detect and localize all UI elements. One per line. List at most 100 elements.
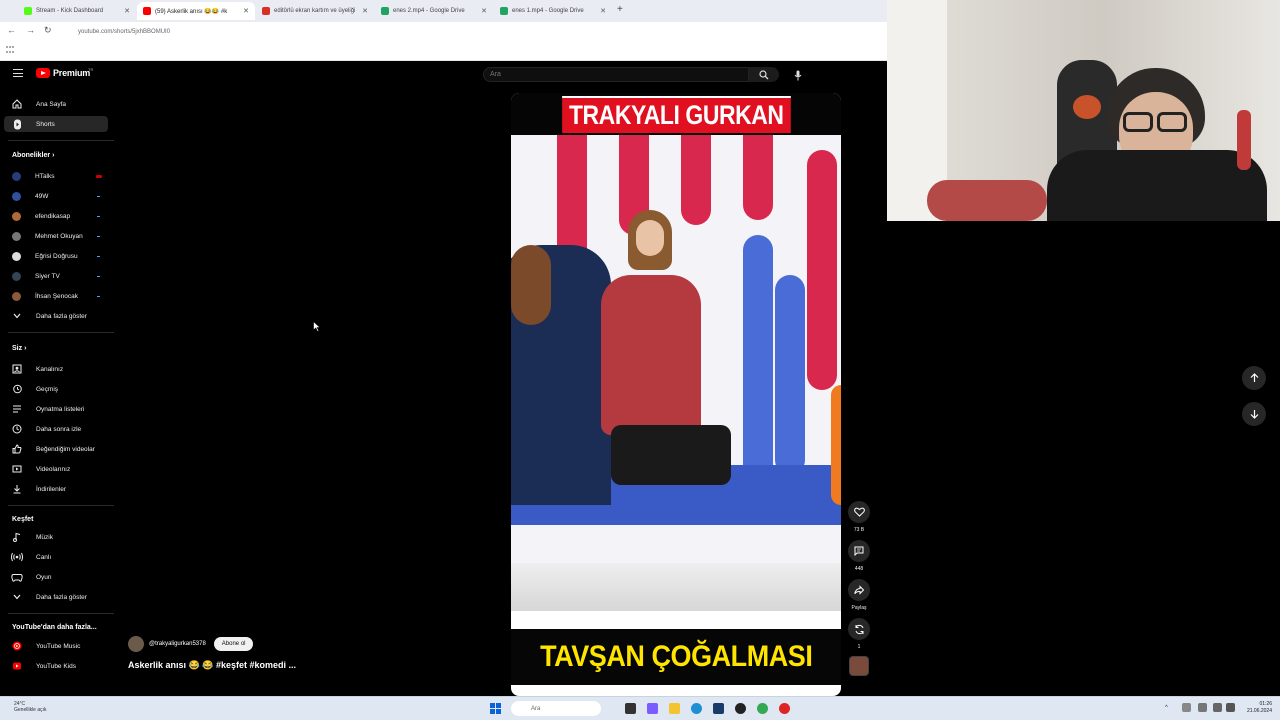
share-button[interactable] — [848, 579, 870, 601]
sidebar-sub-siyer-tv[interactable]: Siyer TV — [4, 268, 108, 284]
you-heading[interactable]: Siz › — [12, 345, 26, 352]
store-icon[interactable] — [713, 703, 724, 714]
sidebar-item-youtube-kids[interactable]: YouTube Kids — [4, 658, 108, 674]
subscriptions-heading[interactable]: Abonelikler › — [12, 152, 54, 159]
weather-widget[interactable]: 24°C Genellikle açık — [14, 701, 47, 713]
windows-taskbar: 24°C Genellikle açık Ara ^ 01:26 21.06.2… — [0, 696, 1280, 720]
apps-grid-icon[interactable] — [6, 46, 14, 54]
sidebar-subs-show-more[interactable]: Daha fazla göster — [4, 308, 108, 324]
taskbar-search-input[interactable]: Ara — [511, 701, 601, 716]
avatar — [12, 271, 21, 281]
display-tray-icon[interactable] — [1213, 703, 1222, 712]
channel-name[interactable]: @trakyaligurkan5378 — [149, 641, 206, 647]
remix-button[interactable] — [848, 618, 870, 640]
browser-tab-youtube[interactable]: (59) Askerlik anısı 😂😂 #k ✕ — [137, 2, 255, 20]
sidebar-item-playlists[interactable]: Oynatma listeleri — [4, 401, 108, 417]
file-explorer-icon[interactable] — [669, 703, 680, 714]
browser-tab-drive-1[interactable]: enes 1.mp4 - Google Drive ✕ — [494, 2, 612, 20]
taskbar-clock[interactable]: 01:26 21.06.2024 — [1240, 701, 1272, 715]
close-icon[interactable]: ✕ — [243, 7, 249, 15]
avatar — [12, 231, 21, 241]
sidebar-item-shorts[interactable]: Shorts — [4, 116, 108, 132]
comments-button[interactable] — [848, 540, 870, 562]
sidebar-sub-efendikasap[interactable]: efendikasap — [4, 208, 108, 224]
sidebar-item-label: Geçmiş — [36, 385, 59, 393]
tab-label: editörlü ekran kartım ve üyeliği — [274, 8, 356, 14]
short-channel-row: @trakyaligurkan5378 Abone ol — [128, 636, 254, 652]
sidebar-explore-show-more[interactable]: Daha fazla göster — [4, 589, 108, 605]
sidebar-item-label: Daha fazla göster — [36, 312, 87, 320]
sidebar-item-live[interactable]: Canlı — [4, 549, 108, 565]
chevron-up-icon[interactable]: ^ — [1165, 705, 1172, 712]
sidebar-item-youtube-music[interactable]: YouTube Music — [4, 638, 108, 654]
sidebar-item-downloads[interactable]: İndirilenler — [4, 481, 108, 497]
avatar — [12, 291, 21, 301]
reload-icon[interactable]: ↻ — [44, 25, 52, 36]
sound-thumbnail[interactable] — [849, 656, 869, 676]
short-caption[interactable]: Askerlik anısı 😂 😂 #keşfet #komedi ... — [128, 660, 296, 671]
heart-icon — [853, 507, 865, 517]
like-button[interactable] — [848, 501, 870, 523]
sidebar-sub-ihsan-senocak[interactable]: İhsan Şenocak — [4, 288, 108, 304]
sidebar-item-history[interactable]: Geçmiş — [4, 381, 108, 397]
sidebar-item-label: İndirilenler — [36, 485, 66, 493]
volume-icon[interactable] — [1226, 703, 1235, 712]
copilot-icon[interactable] — [647, 703, 658, 714]
sidebar-item-music[interactable]: Müzik — [4, 529, 108, 545]
sidebar-sub-49w[interactable]: 49W — [4, 188, 108, 204]
browser-tab-drive-2[interactable]: enes 2.mp4 - Google Drive ✕ — [375, 2, 493, 20]
weather-description: Genellikle açık — [14, 707, 47, 713]
windows-start-icon[interactable] — [490, 703, 501, 714]
sidebar-item-your-videos[interactable]: Videolarınız — [4, 461, 108, 477]
sidebar-sub-egrisi-dogrusu[interactable]: Eğrisi Doğrusu — [4, 248, 108, 264]
close-icon[interactable]: ✕ — [362, 7, 368, 15]
browser-tab-gmail[interactable]: editörlü ekran kartım ve üyeliği ✕ — [256, 2, 374, 20]
search-input[interactable]: Ara — [483, 67, 749, 82]
chrome-icon[interactable] — [757, 703, 768, 714]
close-icon[interactable]: ✕ — [481, 7, 487, 15]
youtube-masthead: Premium TR Ara — [0, 61, 887, 89]
sidebar-item-label: Daha fazla göster — [36, 593, 87, 601]
channel-avatar[interactable] — [128, 636, 144, 652]
logo-text: Premium — [53, 68, 91, 78]
previous-short-button[interactable] — [1242, 366, 1266, 390]
sidebar-sub-htalks[interactable]: HTalks — [4, 168, 108, 184]
sidebar-item-liked-videos[interactable]: Beğendiğim videolar — [4, 441, 108, 457]
sidebar-item-home[interactable]: Ana Sayfa — [4, 96, 108, 112]
browser-tab-kick[interactable]: Stream - Kick Dashboard ✕ — [18, 2, 136, 20]
close-icon[interactable]: ✕ — [124, 7, 130, 15]
hamburger-menu-icon[interactable] — [13, 69, 23, 77]
next-short-button[interactable] — [1242, 402, 1266, 426]
edge-icon[interactable] — [691, 703, 702, 714]
search-button[interactable] — [749, 67, 779, 82]
history-icon — [10, 383, 24, 395]
voice-search-button[interactable] — [790, 67, 806, 83]
new-tab-button[interactable]: + — [617, 4, 623, 15]
task-view-icon[interactable] — [625, 703, 636, 714]
video-bottom-banner-text: TAVŞAN ÇOĞALMASI — [539, 640, 813, 673]
sidebar-sub-mehmet-okuyan[interactable]: Mehmet Okuyan — [4, 228, 108, 244]
record-app-icon[interactable] — [779, 703, 790, 714]
microphone-tray-icon[interactable] — [1198, 703, 1207, 712]
back-icon[interactable]: ← — [7, 25, 16, 35]
new-content-dot-icon — [97, 195, 100, 197]
tray-app-icon[interactable] — [1182, 703, 1191, 712]
sidebar-divider — [8, 332, 114, 333]
shorts-video-player[interactable]: TRAKYALI GURKAN TAVŞAN ÇOĞALMASI — [511, 93, 841, 696]
address-bar[interactable]: youtube.com/shorts/5jxhBBOMUI0 — [62, 25, 462, 39]
sidebar-item-label: efendikasap — [35, 212, 71, 220]
obs-icon[interactable] — [735, 703, 746, 714]
sidebar-item-watch-later[interactable]: Daha sonra izle — [4, 421, 108, 437]
sidebar-item-gaming[interactable]: Oyun — [4, 569, 108, 585]
sidebar-item-label: 49W — [35, 192, 49, 200]
video-frame — [511, 135, 841, 605]
sidebar-item-label: YouTube Music — [36, 642, 81, 650]
youtube-premium-logo[interactable]: Premium TR — [36, 67, 93, 78]
close-icon[interactable]: ✕ — [600, 7, 606, 15]
sidebar-item-your-channel[interactable]: Kanalınız — [4, 361, 108, 377]
subscribe-button[interactable]: Abone ol — [213, 637, 254, 651]
sidebar-item-label: İhsan Şenocak — [35, 292, 79, 300]
forward-icon[interactable]: → — [26, 25, 35, 35]
mouse-cursor-icon — [313, 321, 321, 332]
youtube-music-icon — [10, 640, 24, 652]
